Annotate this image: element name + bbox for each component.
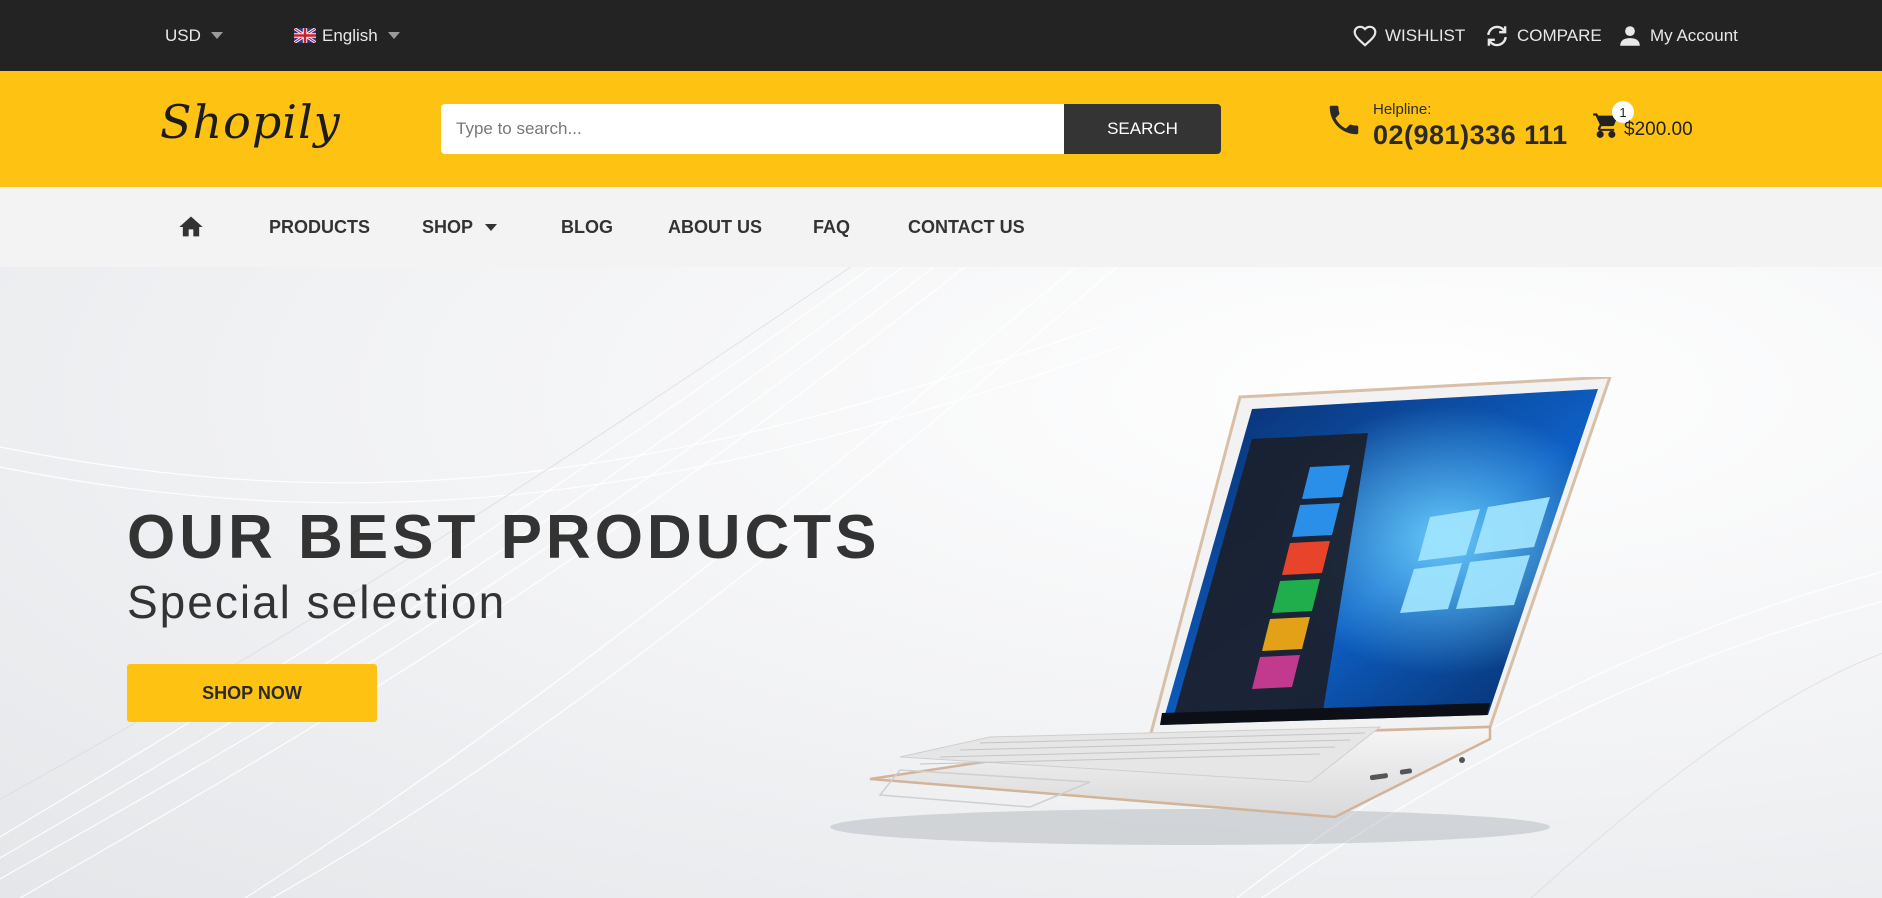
caret-down-icon	[387, 32, 400, 39]
currency-selector[interactable]: USD	[165, 0, 223, 71]
header: Shopily SEARCH Helpline: 02(981)336 111 …	[0, 71, 1882, 187]
nav-shop-label: SHOP	[422, 216, 474, 237]
search-button[interactable]: SEARCH	[1064, 104, 1221, 154]
search-input[interactable]	[441, 104, 1064, 154]
compare-label: COMPARE	[1517, 25, 1602, 45]
main-nav: PRODUCTS SHOP BLOG ABOUT US FAQ CONTACT …	[0, 187, 1882, 267]
heart-icon	[1353, 25, 1377, 47]
hero-heading: OUR BEST PRODUCTS	[127, 503, 881, 572]
wishlist-label: WISHLIST	[1385, 25, 1466, 45]
language-selector[interactable]: English	[294, 0, 400, 71]
account-label: My Account	[1650, 25, 1738, 45]
user-icon	[1620, 25, 1640, 46]
nav-faq[interactable]: FAQ	[813, 187, 850, 267]
nav-contact-us[interactable]: CONTACT US	[908, 187, 1025, 267]
account-link[interactable]: My Account	[1617, 0, 1738, 71]
wishlist-link[interactable]: WISHLIST	[1352, 0, 1465, 71]
shop-now-button[interactable]: SHOP NOW	[127, 664, 377, 722]
phone-icon	[1329, 105, 1359, 135]
nav-faq-label: FAQ	[813, 216, 851, 237]
nav-about-us[interactable]: ABOUT US	[668, 187, 762, 267]
nav-blog[interactable]: BLOG	[561, 187, 613, 267]
cart-total: $200.00	[1624, 119, 1693, 140]
nav-blog-label: BLOG	[561, 216, 613, 237]
laptop-product-image	[830, 377, 1612, 845]
hero-banner: OUR BEST PRODUCTS Special selection SHOP…	[0, 267, 1882, 898]
nav-contact-us-label: CONTACT US	[908, 216, 1025, 237]
top-bar: USD English WISHLIST COMPARE My Account	[0, 0, 1882, 71]
caret-down-icon	[485, 223, 498, 231]
nav-products-label: PRODUCTS	[269, 216, 371, 237]
nav-home[interactable]	[177, 187, 205, 267]
nav-about-us-label: ABOUT US	[668, 216, 762, 237]
compare-icon	[1487, 25, 1507, 46]
uk-flag-icon	[294, 28, 316, 43]
caret-down-icon	[210, 32, 223, 39]
hero-subheading: Special selection	[127, 576, 507, 628]
nav-products[interactable]: PRODUCTS	[269, 187, 370, 267]
logo[interactable]: Shopily	[160, 95, 341, 149]
helpline-number[interactable]: 02(981)336 111	[1373, 120, 1568, 151]
currency-label: USD	[165, 25, 201, 45]
language-label: English	[322, 25, 378, 45]
helpline-label: Helpline:	[1373, 101, 1432, 118]
home-icon	[179, 216, 203, 237]
compare-link[interactable]: COMPARE	[1484, 0, 1602, 71]
nav-shop[interactable]: SHOP	[422, 187, 498, 267]
cart-button[interactable]: 1 $200.00	[1592, 101, 1732, 151]
